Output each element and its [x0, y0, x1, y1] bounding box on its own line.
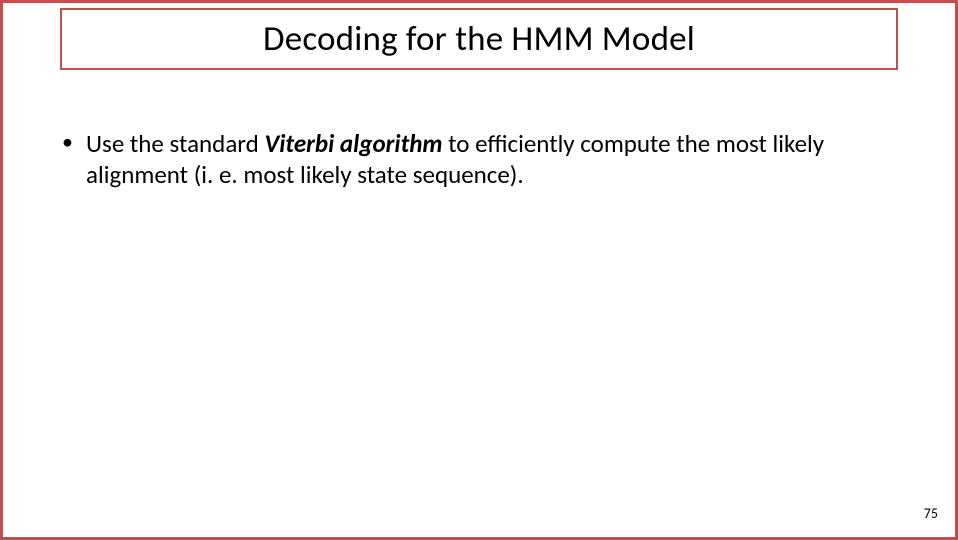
content-area: • Use the standard Viterbi algorithm to … — [58, 128, 898, 190]
slide-title: Decoding for the HMM Model — [263, 18, 695, 60]
bullet-text-emphasis: Viterbi algorithm — [264, 128, 442, 159]
bullet-text-pre: Use the standard — [86, 128, 264, 159]
page-number: 75 — [924, 505, 938, 522]
bullet-text: Use the standard Viterbi algorithm to ef… — [86, 128, 898, 190]
slide-title-box: Decoding for the HMM Model — [60, 8, 898, 70]
bullet-item: • Use the standard Viterbi algorithm to … — [58, 128, 898, 190]
slide-border — [0, 0, 958, 540]
bullet-marker: • — [58, 128, 86, 155]
